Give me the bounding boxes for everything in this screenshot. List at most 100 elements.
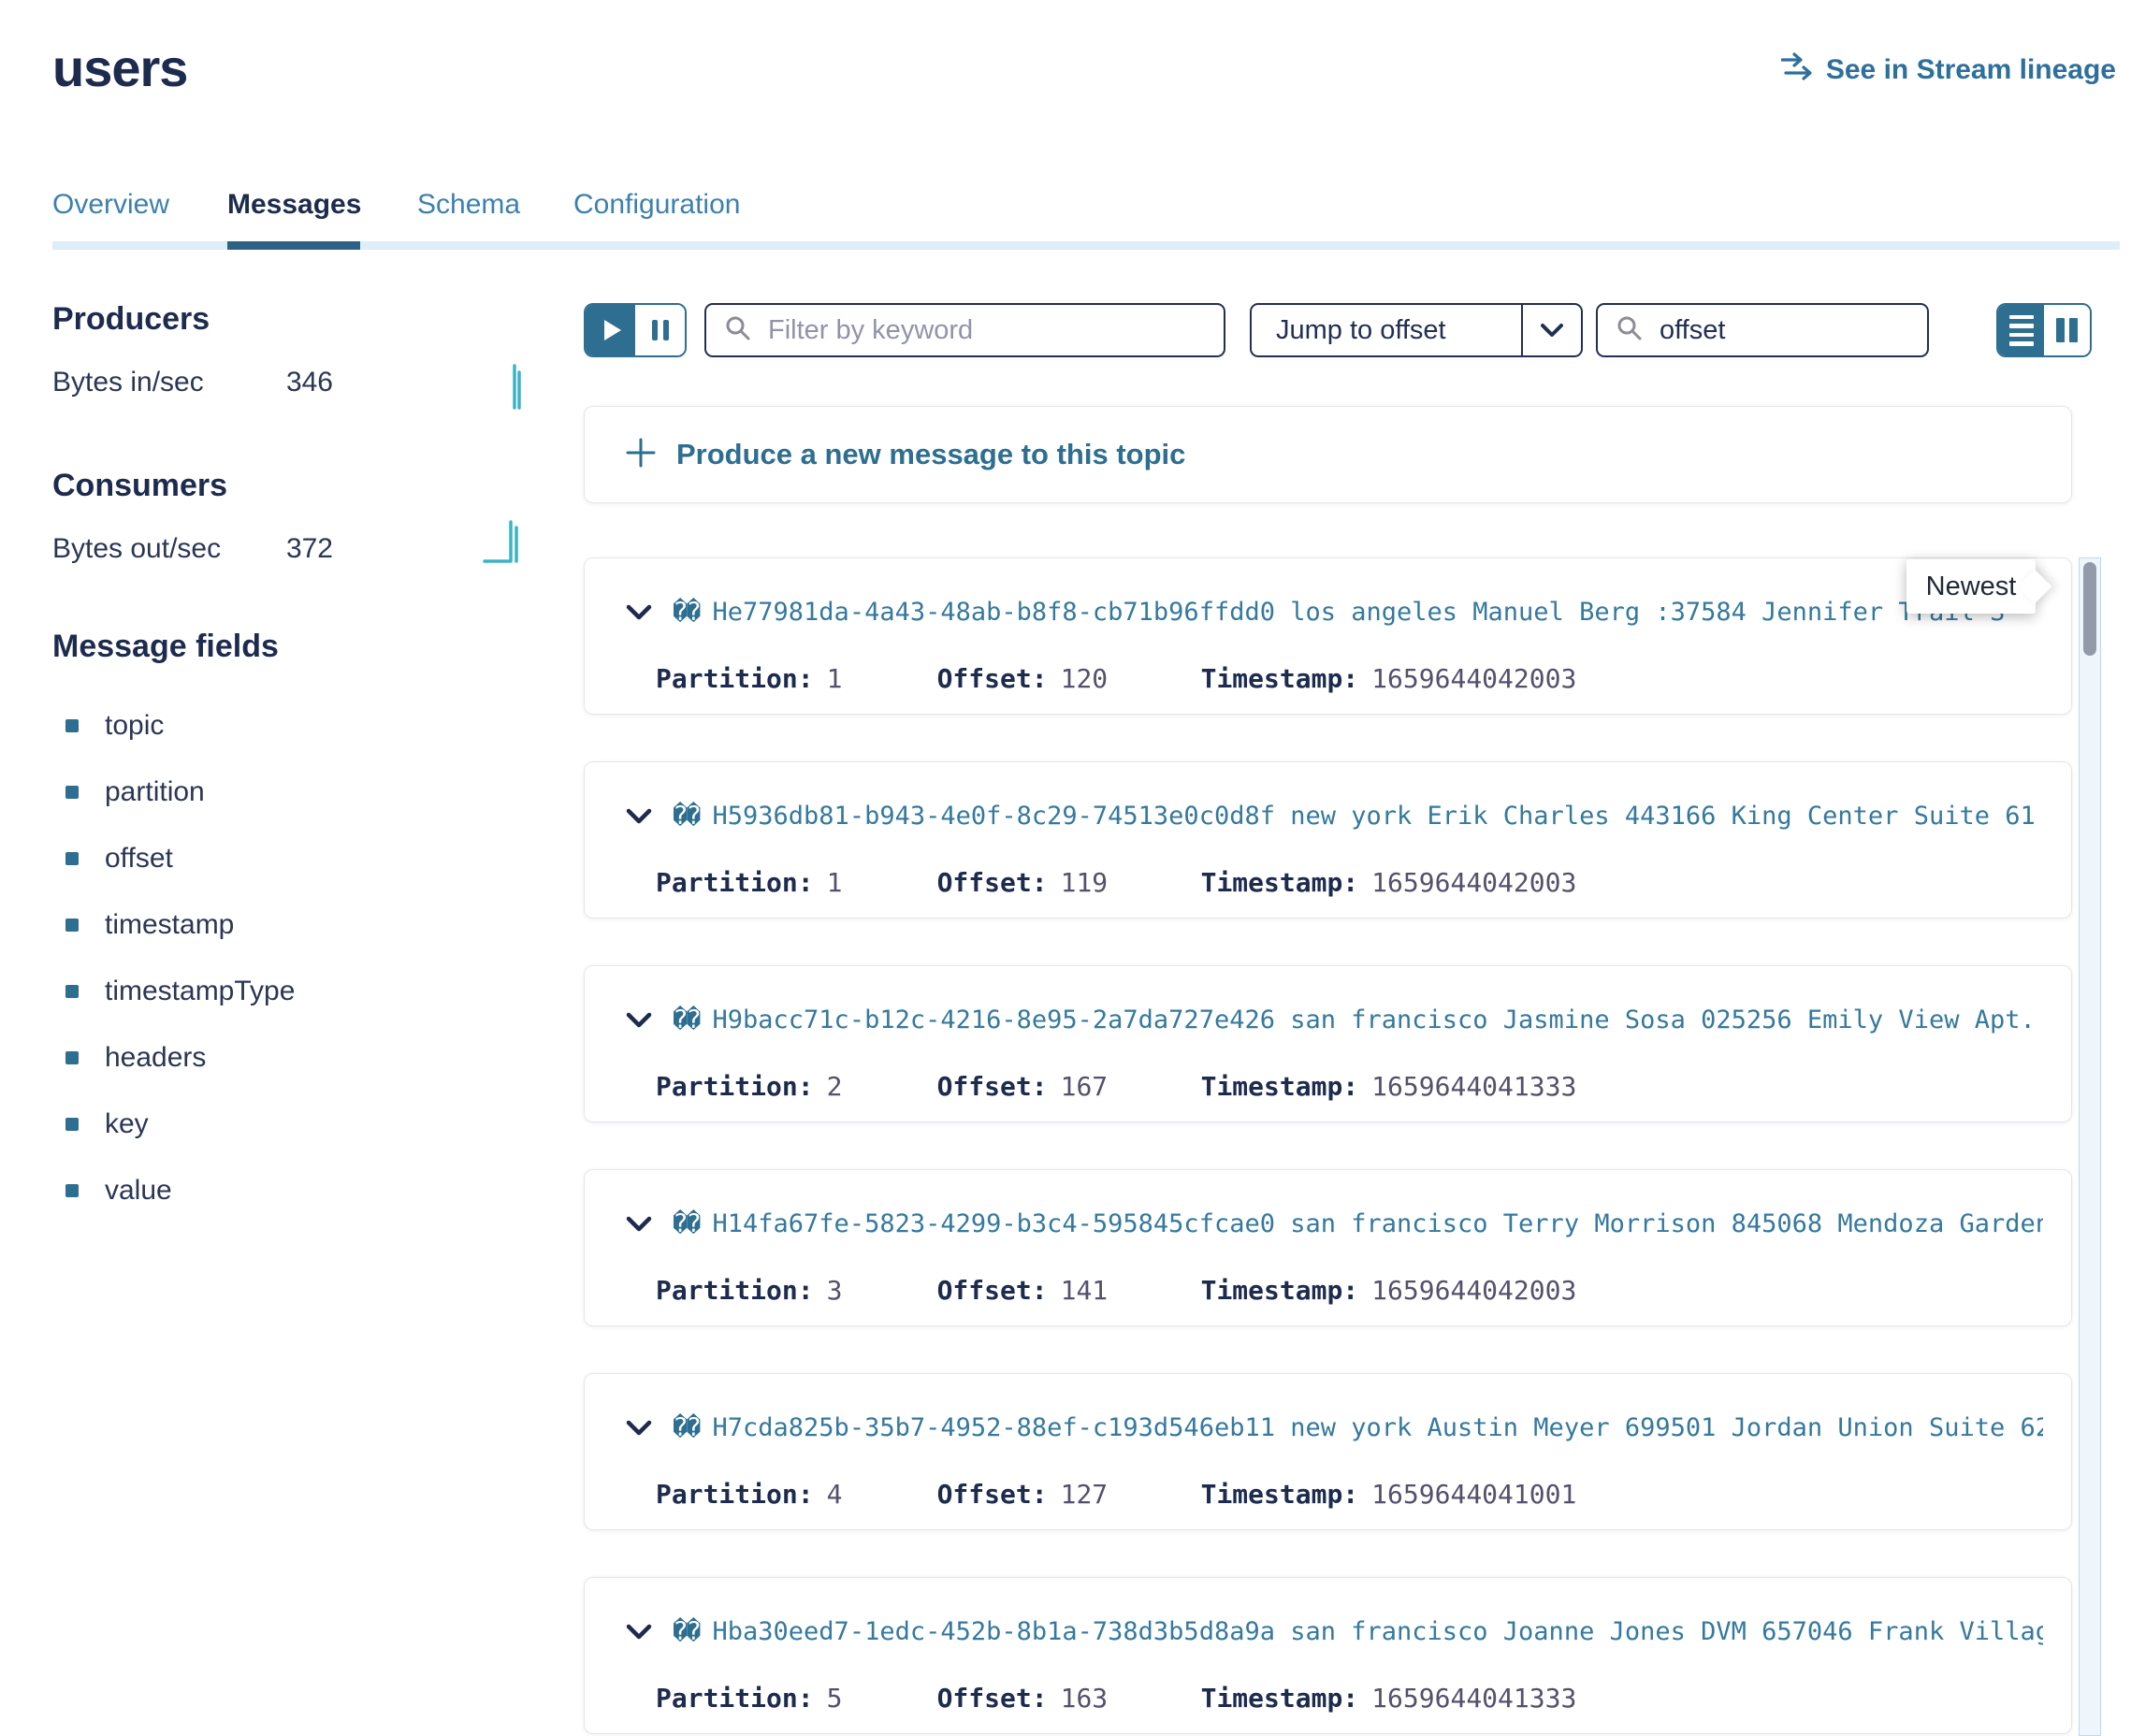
message-key[interactable]: Hba30eed7-1edc-452b-8b1a-738d3b5d8a9a sa…	[713, 1617, 2043, 1646]
field-item-partition[interactable]: partition	[65, 759, 295, 825]
offset-label: Offset:	[937, 1683, 1048, 1714]
consumers-sparkline	[483, 513, 529, 565]
timestamp-label: Timestamp:	[1201, 867, 1359, 898]
column-view-icon	[2056, 318, 2065, 342]
topic-messages-page: users See in Stream lineage Overview Mes…	[0, 0, 2131, 1736]
field-item-timestamp[interactable]: timestamp	[65, 891, 295, 958]
filter-by-keyword-input[interactable]	[766, 314, 1205, 347]
stream-lineage-icon	[1781, 52, 1815, 88]
consumers-heading: Consumers	[52, 468, 227, 504]
timestamp-value: 1659644042003	[1371, 663, 1576, 694]
chevron-down-icon[interactable]	[626, 1012, 652, 1029]
offset-value: 167	[1061, 1071, 1201, 1102]
view-mode-toggle	[1996, 303, 2092, 357]
tab-underline-active	[227, 241, 360, 250]
producers-stat-row: Bytes in/sec 346	[52, 367, 333, 398]
bullet-square-icon	[65, 1184, 79, 1197]
producers-heading: Producers	[52, 301, 210, 338]
message-key[interactable]: H7cda825b-35b7-4952-88ef-c193d546eb11 ne…	[713, 1413, 2043, 1442]
lineage-link-label: See in Stream lineage	[1826, 54, 2116, 86]
chevron-down-icon[interactable]	[626, 808, 652, 825]
message-key[interactable]: H9bacc71c-b12c-4216-8e95-2a7da727e426 sa…	[713, 1005, 2043, 1034]
offset-value: 120	[1061, 663, 1201, 694]
partition-value: 5	[827, 1683, 937, 1714]
play-button[interactable]	[586, 305, 635, 355]
messages-scrollbar-thumb[interactable]	[2083, 562, 2096, 656]
message-key[interactable]: H5936db81-b943-4e0f-8c29-74513e0c0d8f ne…	[713, 802, 2043, 831]
message-row[interactable]: �� H9bacc71c-b12c-4216-8e95-2a7da727e426…	[584, 965, 2072, 1122]
partition-label: Partition:	[656, 867, 814, 898]
message-row[interactable]: �� He77981da-4a43-48ab-b8f8-cb71b96ffdd0…	[584, 557, 2072, 715]
newest-tooltip-label: Newest	[1926, 571, 2017, 602]
unknown-bytes-icon: ��	[673, 1617, 700, 1646]
bytes-in-value: 346	[273, 367, 333, 398]
offset-label: Offset:	[937, 663, 1048, 694]
field-item-value[interactable]: value	[65, 1157, 295, 1223]
bullet-square-icon	[65, 852, 79, 865]
offset-label: Offset:	[937, 1071, 1048, 1102]
tab-overview[interactable]: Overview	[52, 189, 227, 221]
partition-value: 1	[827, 867, 937, 898]
message-fields-list: topic partition offset timestamp timesta…	[65, 692, 295, 1223]
message-row[interactable]: �� H7cda825b-35b7-4952-88ef-c193d546eb11…	[584, 1373, 2072, 1530]
search-icon	[725, 315, 751, 346]
partition-label: Partition:	[656, 1479, 814, 1510]
message-row[interactable]: �� H5936db81-b943-4e0f-8c29-74513e0c0d8f…	[584, 761, 2072, 919]
chevron-down-icon[interactable]	[626, 604, 652, 621]
unknown-bytes-icon: ��	[673, 1005, 700, 1034]
pause-icon	[652, 320, 658, 340]
bullet-square-icon	[65, 719, 79, 732]
partition-label: Partition:	[656, 1071, 814, 1102]
chevron-down-icon[interactable]	[626, 1216, 652, 1233]
bytes-out-value: 372	[273, 533, 333, 565]
producers-sparkline	[505, 361, 529, 410]
tab-bar: Overview Messages Schema Configuration	[52, 189, 740, 221]
plus-icon	[626, 438, 656, 472]
offset-search-input[interactable]	[1658, 314, 1908, 347]
list-view-button[interactable]	[1998, 305, 2044, 355]
column-view-button[interactable]	[2044, 305, 2090, 355]
partition-value: 3	[827, 1275, 937, 1306]
chevron-down-icon[interactable]	[626, 1624, 652, 1641]
tab-messages[interactable]: Messages	[227, 189, 417, 221]
chevron-down-icon[interactable]	[626, 1420, 652, 1437]
timestamp-value: 1659644042003	[1371, 867, 1576, 898]
message-row[interactable]: �� H14fa67fe-5823-4299-b3c4-595845cfcae0…	[584, 1169, 2072, 1326]
see-in-stream-lineage-link[interactable]: See in Stream lineage	[1781, 52, 2116, 88]
list-view-icon	[2009, 315, 2034, 320]
field-item-offset[interactable]: offset	[65, 825, 295, 891]
field-item-headers[interactable]: headers	[65, 1024, 295, 1091]
tab-schema[interactable]: Schema	[417, 189, 573, 221]
timestamp-label: Timestamp:	[1201, 663, 1359, 694]
field-item-timestampType[interactable]: timestampType	[65, 958, 295, 1024]
message-key[interactable]: He77981da-4a43-48ab-b8f8-cb71b96ffdd0 lo…	[713, 598, 2006, 627]
timestamp-label: Timestamp:	[1201, 1275, 1359, 1306]
message-row[interactable]: �� Hba30eed7-1edc-452b-8b1a-738d3b5d8a9a…	[584, 1577, 2072, 1734]
message-key[interactable]: H14fa67fe-5823-4299-b3c4-595845cfcae0 sa…	[713, 1209, 2043, 1238]
pause-icon	[663, 320, 669, 340]
search-icon	[1616, 315, 1643, 346]
partition-label: Partition:	[656, 1683, 814, 1714]
timestamp-value: 1659644041001	[1371, 1479, 1576, 1510]
bullet-square-icon	[65, 1118, 79, 1131]
messages-scrollbar-track[interactable]	[2079, 557, 2101, 1736]
pause-button[interactable]	[635, 305, 685, 355]
consumers-stat-row: Bytes out/sec 372	[52, 533, 333, 565]
newest-position-tooltip: Newest	[1906, 559, 2036, 614]
timestamp-value: 1659644041333	[1371, 1071, 1576, 1102]
chevron-down-icon[interactable]	[1521, 305, 1581, 355]
jump-to-offset-select[interactable]: Jump to offset	[1250, 303, 1583, 357]
bullet-square-icon	[65, 1051, 79, 1064]
bullet-square-icon	[65, 786, 79, 799]
tab-configuration[interactable]: Configuration	[573, 189, 740, 221]
partition-value: 4	[827, 1479, 937, 1510]
partition-value: 1	[827, 663, 937, 694]
field-item-key[interactable]: key	[65, 1091, 295, 1157]
timestamp-label: Timestamp:	[1201, 1071, 1359, 1102]
partition-value: 2	[827, 1071, 937, 1102]
unknown-bytes-icon: ��	[673, 598, 700, 627]
produce-message-button[interactable]: Produce a new message to this topic	[584, 406, 2072, 503]
field-item-topic[interactable]: topic	[65, 692, 295, 759]
tab-underline-track	[52, 241, 2120, 250]
offset-label: Offset:	[937, 1479, 1048, 1510]
